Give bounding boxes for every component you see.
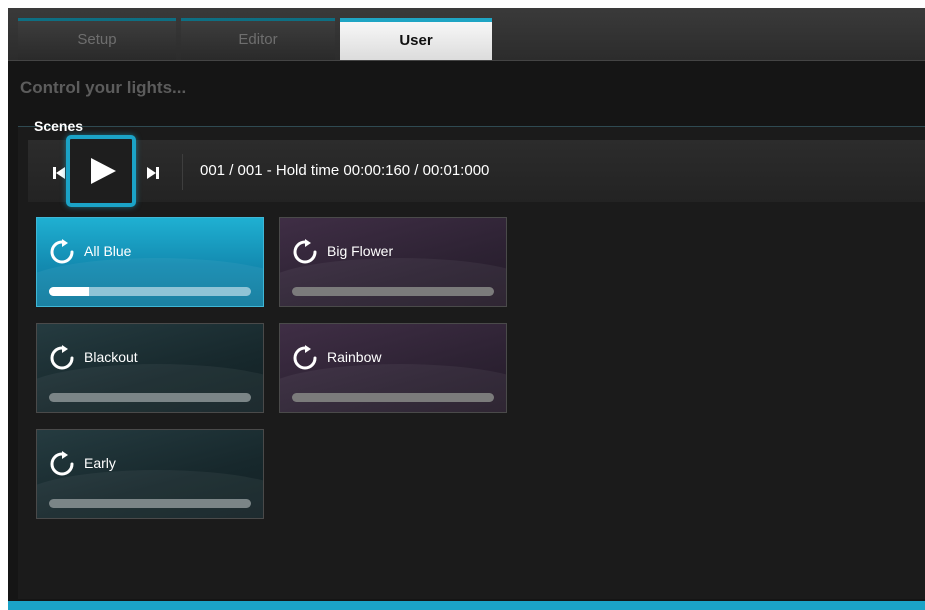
tab-user[interactable]: User bbox=[340, 18, 492, 60]
scene-label: Rainbow bbox=[327, 349, 382, 365]
scene-button[interactable]: All Blue bbox=[36, 217, 264, 307]
scene-label: Big Flower bbox=[327, 243, 394, 259]
page-subtitle: Control your lights... bbox=[20, 78, 187, 97]
skip-previous-icon[interactable] bbox=[52, 166, 66, 180]
scene-progress-track bbox=[49, 287, 251, 296]
play-icon bbox=[91, 158, 116, 184]
scenes-title: Scenes bbox=[34, 118, 84, 134]
scene-button[interactable]: Rainbow bbox=[279, 323, 507, 413]
loop-icon bbox=[49, 345, 75, 371]
scene-button[interactable]: Big Flower bbox=[279, 217, 507, 307]
scene-button[interactable]: Blackout bbox=[36, 323, 264, 413]
scene-wave-decoration bbox=[280, 364, 506, 412]
scene-button[interactable]: Early bbox=[36, 429, 264, 519]
scene-progress-track bbox=[292, 393, 494, 402]
scene-wave-decoration bbox=[37, 364, 263, 412]
loop-icon bbox=[292, 345, 318, 371]
loop-icon bbox=[49, 451, 75, 477]
scene-wave-decoration bbox=[280, 258, 506, 306]
transport-bar: 001 / 001 - Hold time 00:00:160 / 00:01:… bbox=[28, 135, 925, 207]
tab-bar: Setup Editor User bbox=[8, 8, 925, 61]
hold-time-status: 001 / 001 - Hold time 00:00:160 / 00:01:… bbox=[200, 162, 490, 179]
bottom-accent-bar bbox=[8, 601, 925, 610]
loop-icon bbox=[292, 239, 318, 265]
transport-separator bbox=[182, 154, 183, 190]
scene-wave-decoration bbox=[37, 470, 263, 518]
scene-wave-decoration bbox=[37, 258, 263, 306]
scene-progress-fill bbox=[49, 287, 89, 296]
skip-next-icon[interactable] bbox=[146, 166, 160, 180]
scene-progress-track bbox=[49, 393, 251, 402]
scene-label: All Blue bbox=[84, 243, 132, 259]
app-window: Setup Editor User Control your lights...… bbox=[8, 8, 925, 606]
scene-progress-track bbox=[292, 287, 494, 296]
play-button[interactable] bbox=[66, 135, 136, 207]
scene-label: Blackout bbox=[84, 349, 138, 365]
tab-setup[interactable]: Setup bbox=[18, 18, 176, 60]
scene-progress-track bbox=[49, 499, 251, 508]
tab-editor[interactable]: Editor bbox=[181, 18, 335, 60]
loop-icon bbox=[49, 239, 75, 265]
scene-label: Early bbox=[84, 455, 116, 471]
